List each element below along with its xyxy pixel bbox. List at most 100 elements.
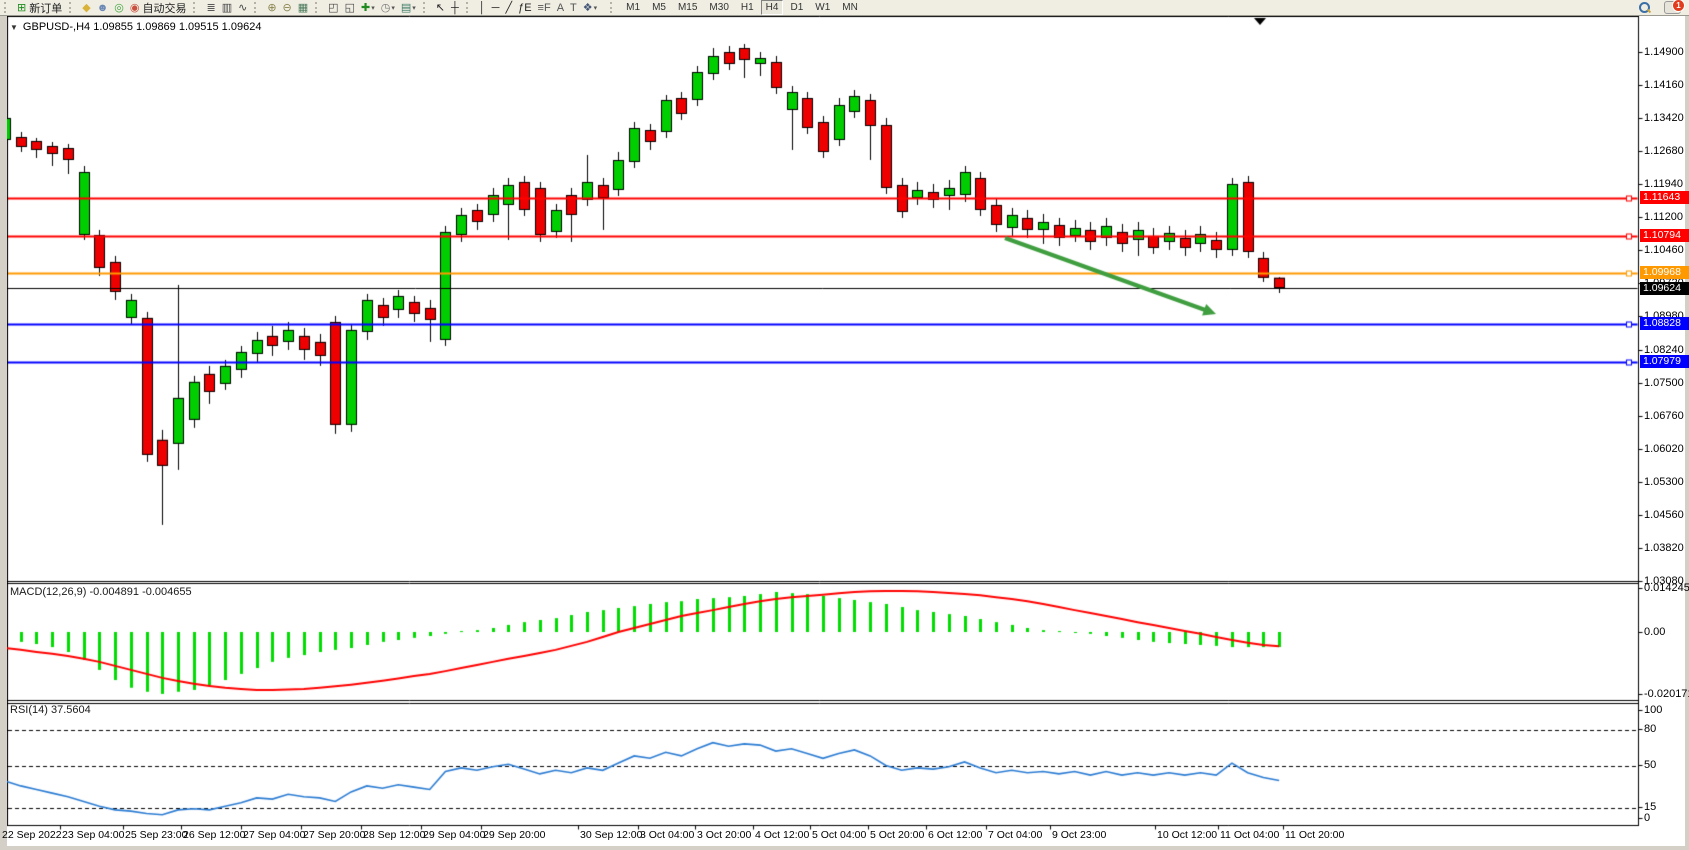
add-indicator-icon: ✚	[361, 1, 370, 15]
price-line-badge: 1.11643	[1640, 191, 1689, 204]
time-axis-label: 11 Oct 20:00	[1285, 829, 1344, 841]
horizontal-line-icon: ─	[492, 1, 500, 15]
price-axis-tick: 1.05300	[1644, 476, 1684, 488]
price-axis-tick: 1.11200	[1644, 211, 1683, 223]
time-axis-label: 11 Oct 04:00	[1220, 829, 1279, 841]
add-indicator-button[interactable]: ✚▾	[358, 1, 378, 15]
dropdown-arrow-icon[interactable]: ▾	[412, 4, 416, 12]
toolbar-grip	[4, 2, 11, 13]
profile-icon: ☻	[97, 1, 109, 15]
vertical-line-button[interactable]: │	[476, 1, 489, 15]
cursor-button[interactable]: ↖	[433, 1, 448, 15]
timeframe-bar: M1M5M15M30H1H4D1W1MN	[606, 0, 864, 15]
new-order-icon: ⊞	[17, 1, 26, 15]
chat-icon[interactable]: 1	[1664, 1, 1681, 14]
toolbar-right: 1	[1639, 1, 1681, 14]
toolbar-group: ↖┼	[419, 0, 462, 15]
timeframe-mn-button[interactable]: MN	[837, 0, 863, 15]
autotrading-button[interactable]: ◉自动交易	[127, 1, 190, 15]
rsi-axis-tick: 100	[1644, 704, 1662, 716]
tile-windows-button[interactable]: ▦	[295, 1, 311, 15]
price-axis-tick: 1.06760	[1644, 410, 1684, 422]
time-axis-label: 9 Oct 23:00	[1052, 829, 1106, 841]
price-line-badge: 1.09624	[1640, 282, 1689, 295]
crosshair-button[interactable]: ┼	[448, 1, 462, 15]
timeframe-d1-button[interactable]: D1	[785, 0, 808, 15]
toolbar-grip	[466, 2, 473, 13]
timeframe-m5-button[interactable]: M5	[647, 0, 671, 15]
autotrading-button-label: 自动交易	[142, 0, 186, 16]
periods-button[interactable]: ◷▾	[378, 1, 398, 15]
price-line-badge: 1.09968	[1640, 266, 1689, 279]
shapes-icon: ❖	[583, 1, 593, 15]
templates-button[interactable]: ▤▾	[398, 1, 419, 15]
trendline-button[interactable]: ╱	[502, 1, 515, 15]
time-axis-label: 10 Oct 12:00	[1157, 829, 1217, 841]
timeframe-h1-button[interactable]: H1	[736, 0, 759, 15]
time-axis-label: 26 Sep 12:00	[183, 829, 245, 841]
new-order-button[interactable]: ⊞新订单	[14, 1, 65, 15]
price-line-badge: 1.07979	[1640, 355, 1689, 368]
mt4-application: ⊞新订单◆☻◎◉自动交易≣▥∿⊕⊖▦◰◱✚▾◷▾▤▾↖┼│─╱ƒE≡FAT❖▾M…	[0, 0, 1689, 850]
chart-canvas[interactable]	[0, 16, 1689, 850]
candlestick-chart-button[interactable]: ▥	[219, 1, 235, 15]
toolbar-group: │ ─ ╱ ƒE ≡FAT❖▾	[462, 0, 600, 15]
rsi-axis-tick: 50	[1644, 759, 1656, 771]
horizontal-line-button[interactable]: ─	[489, 1, 503, 15]
price-axis-tick: 1.06020	[1644, 443, 1684, 455]
timeframe-m15-button[interactable]: M15	[673, 0, 702, 15]
text-button[interactable]: A	[554, 1, 567, 15]
timeframe-m30-button[interactable]: M30	[704, 0, 733, 15]
price-axis-tick: 1.10460	[1644, 244, 1684, 256]
price-axis-tick: 1.14160	[1644, 79, 1684, 91]
dropdown-arrow-icon[interactable]: ▾	[371, 4, 375, 12]
price-axis-tick: 1.07500	[1644, 377, 1684, 389]
charts-navigate-left-icon: ◰	[328, 1, 338, 15]
fibonacci-icon: ƒE	[518, 1, 531, 15]
chart-window[interactable]: ▼ GBPUSD-,H4 1.09855 1.09869 1.09515 1.09…	[0, 16, 1689, 850]
line-chart-button[interactable]: ∿	[235, 1, 250, 15]
styler-button[interactable]: ◆	[79, 1, 93, 15]
toolbar-grip	[193, 2, 200, 13]
toolbar-group: ≣ ▥∿	[189, 0, 250, 15]
profile-button[interactable]: ☻	[94, 1, 112, 15]
bottom-window-edge	[0, 846, 1689, 850]
macd-axis-tick: 0.014245	[1644, 582, 1689, 594]
toolbar-grip	[254, 2, 261, 13]
dropdown-arrow-icon[interactable]: ▾	[594, 4, 598, 12]
toolbar-grip	[69, 2, 76, 13]
timeframe-w1-button[interactable]: W1	[810, 0, 835, 15]
charts-navigate-right-button[interactable]: ◱	[342, 1, 358, 15]
macd-indicator-label: MACD(12,26,9) -0.004891 -0.004655	[10, 586, 192, 598]
zoom-out-button[interactable]: ⊖	[280, 1, 295, 15]
bar-chart-button[interactable]: ≣	[203, 1, 218, 15]
styler-icon: ◆	[82, 1, 90, 15]
dropdown-arrow-icon[interactable]: ▾	[391, 4, 395, 12]
timeframe-h4-button[interactable]: H4	[761, 0, 784, 15]
price-axis-tick: 1.08240	[1644, 344, 1684, 356]
vertical-line-icon: │	[479, 1, 486, 15]
zoom-in-button[interactable]: ⊕	[264, 1, 279, 15]
fibonacci-fan-button[interactable]: ≡F	[535, 1, 554, 15]
timeframe-m1-button[interactable]: M1	[621, 0, 645, 15]
collapse-caret-icon[interactable]: ▼	[10, 23, 18, 32]
fibonacci-button[interactable]: ƒE	[515, 1, 534, 15]
signals-icon: ◎	[114, 1, 124, 15]
symbol-ohlc-text: GBPUSD-,H4 1.09855 1.09869 1.09515 1.096…	[23, 21, 262, 33]
time-axis-label: 5 Oct 04:00	[812, 829, 866, 841]
time-axis-label: 5 Oct 20:00	[870, 829, 924, 841]
charts-navigate-left-button[interactable]: ◰	[325, 1, 341, 15]
signals-button[interactable]: ◎	[111, 1, 127, 15]
toolbar-grip	[423, 2, 430, 13]
text-label-button[interactable]: T	[567, 1, 580, 15]
charts-navigate-right-icon: ◱	[345, 1, 355, 15]
rsi-indicator-label: RSI(14) 37.5604	[10, 704, 91, 716]
search-icon[interactable]	[1639, 2, 1650, 13]
bar-chart-icon: ≣	[206, 1, 215, 15]
trendline-icon: ╱	[505, 1, 512, 15]
time-axis-label: 23 Sep 04:00	[62, 829, 124, 841]
left-window-edge	[0, 16, 7, 850]
candlestick-chart-icon: ▥	[222, 1, 232, 15]
shapes-button[interactable]: ❖▾	[580, 1, 600, 15]
chart-symbol-title[interactable]: ▼ GBPUSD-,H4 1.09855 1.09869 1.09515 1.09…	[10, 21, 261, 33]
